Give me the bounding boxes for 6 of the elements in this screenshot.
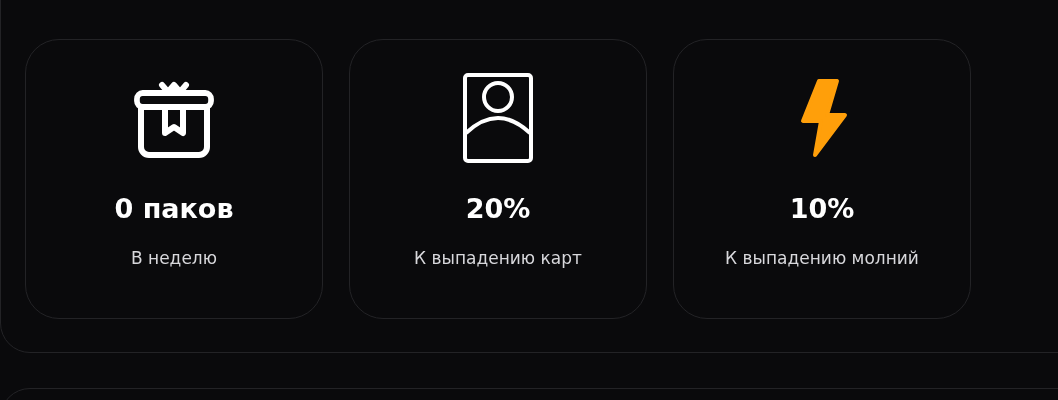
bonus-value: 0 паков: [114, 193, 234, 225]
bonus-label: В неделю: [131, 247, 217, 269]
bonus-label: К выпадению карт: [414, 247, 582, 269]
bonus-value: 20%: [465, 193, 531, 225]
bonus-label: К выпадению молний: [725, 247, 919, 269]
bonus-value: 10%: [789, 193, 855, 225]
